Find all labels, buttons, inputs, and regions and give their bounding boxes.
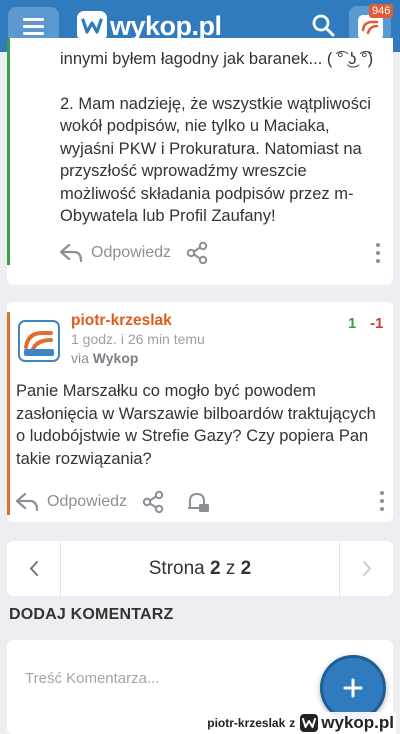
reply-label: Odpowiedz	[47, 493, 128, 510]
hamburger-icon-line	[23, 32, 44, 35]
comment-author[interactable]: piotr-krzeslak	[71, 312, 172, 330]
comment-actions: Odpowiedz	[15, 487, 211, 517]
comment-time: 1 godz. i 26 min temu	[71, 331, 205, 347]
comment-card: piotr-krzeslak 1 godz. i 26 min temu via…	[7, 302, 393, 522]
reply-icon	[59, 243, 83, 263]
watermark-user: piotr-krzeslak	[207, 716, 286, 730]
search-icon	[312, 14, 335, 37]
comment-thread-bar	[7, 312, 10, 515]
hamburger-icon	[23, 18, 44, 21]
watermark: piotr-krzeslak z wykop.pl	[201, 712, 396, 734]
previous-page-button[interactable]	[7, 541, 61, 596]
comment-input[interactable]	[25, 670, 315, 687]
page-separator: z	[220, 558, 241, 579]
comment-body: innymi byłem łagodny jak baranek... ( ͡°…	[60, 48, 385, 250]
pagination: Strona 2 z 2	[7, 541, 393, 596]
wykop-logo-icon	[77, 11, 107, 41]
add-comment-title: DODAJ KOMENTARZ	[9, 606, 174, 623]
page-prefix: Strona	[148, 558, 211, 579]
comment-thread-bar	[7, 38, 10, 265]
reply-icon	[15, 492, 39, 512]
chevron-right-icon	[363, 561, 372, 576]
wykop-avatar-icon	[24, 331, 54, 356]
hamburger-icon-line	[23, 25, 44, 28]
source-name: Wykop	[92, 350, 139, 366]
comment-paragraph: innymi byłem łagodny jak baranek... ( ͡°…	[60, 50, 374, 68]
watermark-separator: z	[289, 716, 296, 730]
upvote-count[interactable]: 1	[348, 315, 356, 332]
reply-label: Odpowiedz	[91, 244, 172, 261]
comment-card-previous: innymi byłem łagodny jak baranek... ( ͡°…	[7, 38, 393, 285]
plus-icon	[343, 678, 363, 698]
share-icon[interactable]	[185, 241, 209, 265]
comment-paragraph: 2. Mam nadzieję, że wszystkie wątpliwośc…	[60, 94, 371, 226]
logo-text: wykop.pl	[110, 10, 222, 41]
watermark-logo-text: wykop.pl	[321, 713, 394, 732]
comment-actions: Odpowiedz	[59, 238, 209, 268]
wykop-logo-icon	[300, 714, 319, 732]
downvote-count[interactable]: -1	[370, 315, 383, 332]
comment-body: Panie Marszałku co mogło być powodem zas…	[16, 382, 376, 468]
current-page: 2	[210, 558, 221, 579]
next-page-button[interactable]	[339, 541, 393, 596]
more-options-icon[interactable]	[375, 243, 381, 265]
notifications-icon	[358, 15, 383, 40]
reply-button[interactable]: Odpowiedz	[59, 242, 171, 264]
more-options-icon[interactable]	[379, 491, 385, 513]
reply-button[interactable]: Odpowiedz	[15, 491, 127, 513]
page-indicator: Strona 2 z 2	[61, 558, 339, 580]
share-icon[interactable]	[141, 490, 165, 514]
comment-source: via Wykop	[71, 350, 138, 366]
avatar[interactable]	[18, 320, 60, 362]
source-prefix: via	[71, 350, 89, 366]
report-icon[interactable]	[185, 489, 211, 515]
chevron-left-icon	[29, 561, 38, 576]
notification-count-badge: 946	[369, 4, 394, 18]
total-pages: 2	[240, 558, 252, 579]
search-button[interactable]	[310, 12, 338, 40]
